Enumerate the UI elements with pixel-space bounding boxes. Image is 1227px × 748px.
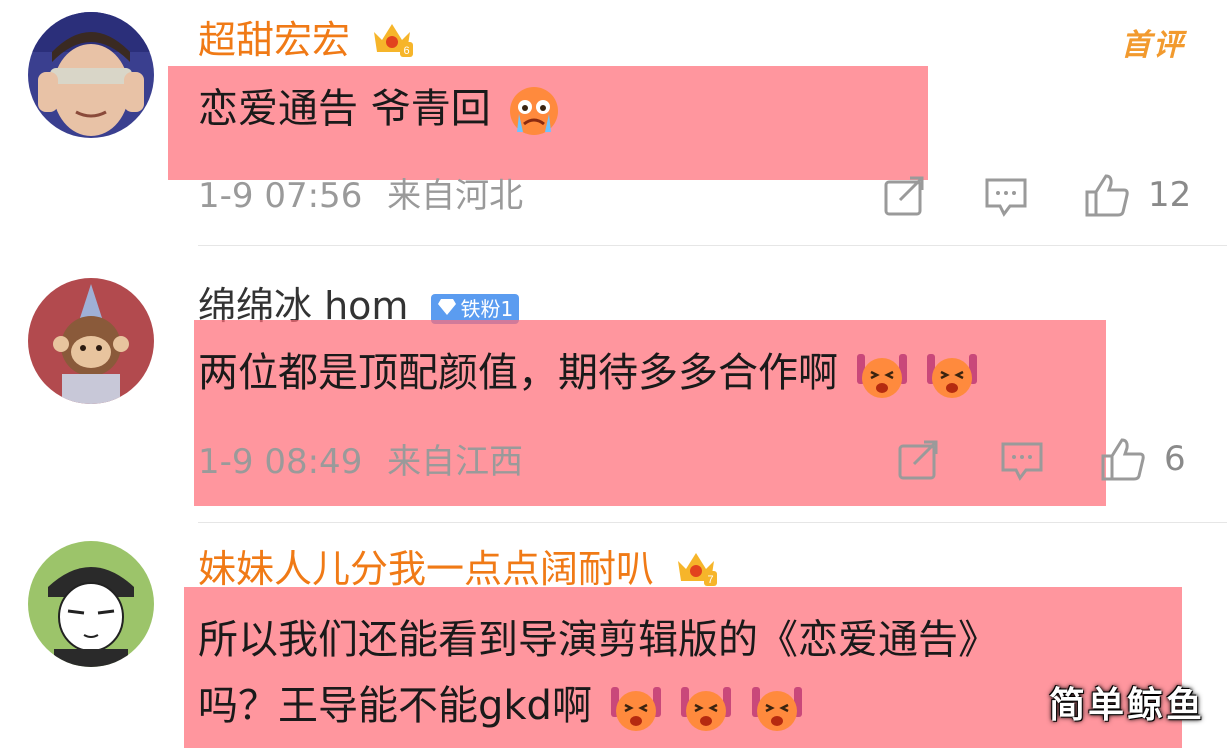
fan-badge-label: 铁粉1 — [460, 296, 514, 321]
watermark: 简单鲸鱼 — [1048, 685, 1205, 726]
svg-text:7: 7 — [708, 574, 714, 586]
comment-text: 恋爱通告 爷青回 — [198, 78, 561, 140]
comment-3: 妹妹人儿分我一点点阔耐叭 7 所以我们还能看到导演剪辑版的《恋爱通告》 吗？王导… — [0, 523, 1227, 748]
avatar[interactable] — [28, 12, 154, 138]
comment-text-line-2: 吗？王导能不能gkd啊 — [198, 673, 998, 739]
location: 来自江西 — [387, 442, 524, 482]
share-icon — [898, 440, 938, 480]
reply-button[interactable] — [984, 176, 1028, 218]
comment-meta: 1-9 07:56 来自河北 — [198, 176, 523, 216]
diamond-icon — [437, 294, 457, 324]
comment-text-line-1: 所以我们还能看到导演剪辑版的《恋爱通告》 — [198, 617, 998, 663]
cheering-face-icon — [752, 687, 803, 731]
like-count: 12 — [1148, 175, 1192, 215]
cheering-face-icon — [681, 687, 732, 731]
comment-text-line-2-content: 吗？王导能不能gkd啊 — [198, 683, 592, 729]
share-icon — [884, 176, 924, 216]
comment-1: 超甜宏宏 6 首评 恋爱通告 爷青回 1-9 07:56 来自河北 12 — [0, 0, 1227, 246]
username-text: 妹妹人儿分我一点点阔耐叭 — [198, 547, 655, 591]
fan-badge: 铁粉1 — [430, 293, 520, 324]
cheering-face-icon — [610, 687, 661, 731]
like-count: 6 — [1164, 439, 1186, 479]
avatar[interactable] — [28, 278, 154, 404]
like-button[interactable]: 12 — [1084, 172, 1191, 218]
share-button[interactable] — [898, 440, 940, 480]
comment-text: 两位都是顶配颜值，期待多多合作啊 — [198, 342, 979, 404]
thumbs-up-icon — [1085, 174, 1129, 217]
comment-text-content: 恋爱通告 爷青回 — [198, 86, 491, 132]
reply-button[interactable] — [1000, 440, 1044, 482]
comment-2: 绵绵冰 hom 铁粉1 两位都是顶配颜值，期待多多合作啊 1-9 08:49 来… — [0, 246, 1227, 512]
username[interactable]: 超甜宏宏 6 — [198, 18, 414, 67]
comment-icon — [985, 178, 1027, 217]
crying-face-icon — [510, 87, 559, 135]
share-button[interactable] — [884, 176, 926, 216]
location: 来自河北 — [387, 176, 524, 216]
thumbs-up-icon — [1101, 438, 1145, 481]
comment-icon — [1001, 442, 1043, 481]
cheering-face-icon — [856, 354, 907, 398]
timestamp: 1-9 08:49 — [198, 442, 363, 482]
crown-icon: 6 — [370, 18, 414, 67]
timestamp: 1-9 07:56 — [198, 176, 363, 216]
cheering-face-icon — [927, 354, 978, 398]
first-comment-tag: 首评 — [1121, 28, 1185, 63]
avatar[interactable] — [28, 541, 154, 667]
comment-text-content: 两位都是顶配颜值，期待多多合作啊 — [198, 350, 838, 396]
comment-meta: 1-9 08:49 来自江西 — [198, 442, 523, 482]
like-button[interactable]: 6 — [1100, 436, 1186, 482]
svg-text:6: 6 — [404, 45, 410, 57]
comment-text: 所以我们还能看到导演剪辑版的《恋爱通告》 吗？王导能不能gkd啊 — [198, 607, 998, 739]
username-text: 超甜宏宏 — [198, 18, 351, 62]
